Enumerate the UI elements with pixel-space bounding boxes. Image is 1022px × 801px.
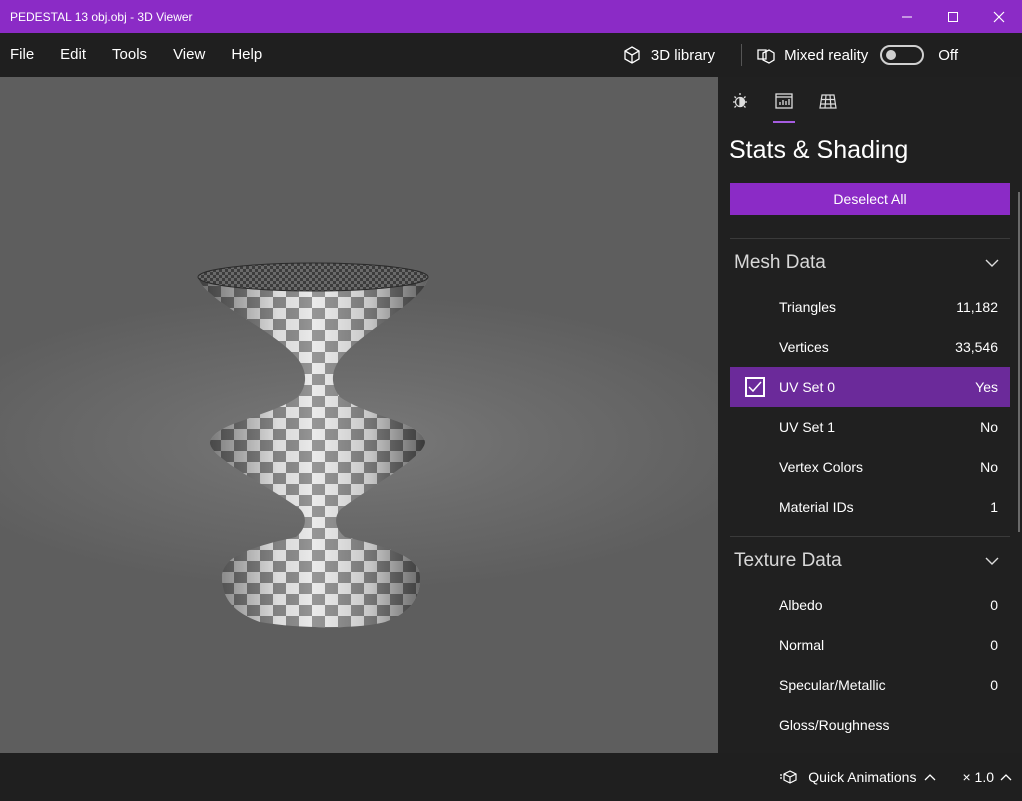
row-label: Gloss/Roughness: [779, 717, 890, 733]
row-value: No: [980, 459, 998, 475]
row-label: UV Set 0: [779, 379, 836, 395]
mixed-reality-button[interactable]: Mixed reality: [756, 45, 925, 65]
tab-lighting[interactable]: [729, 91, 751, 123]
quick-animations-button[interactable]: Quick Animations: [780, 769, 936, 785]
checkmark-icon: [747, 381, 762, 393]
menu-bar: File Edit Tools View Help 3D library Mix…: [0, 33, 1022, 77]
row-label: Vertices: [779, 339, 829, 355]
row-value: 0: [990, 597, 998, 613]
row-label: Normal: [779, 637, 825, 653]
3d-viewport[interactable]: [0, 77, 718, 753]
mesh-data-heading: Mesh Data: [734, 252, 826, 273]
row-label: Triangles: [779, 299, 837, 315]
texture-data-section: Texture Data Albedo 0 Normal 0 Specular/…: [730, 536, 1010, 745]
3d-library-button[interactable]: 3D library: [622, 45, 715, 65]
chevron-down-icon: [985, 259, 999, 267]
toggle-knob: [886, 50, 897, 60]
animation-speed-button[interactable]: × 1.0: [962, 769, 1012, 785]
mesh-row-uv-set-1[interactable]: UV Set 1 No: [730, 407, 1010, 447]
maximize-icon: [948, 11, 958, 22]
model-render: [197, 262, 429, 628]
row-label: Albedo: [779, 597, 823, 613]
menu-help[interactable]: Help: [218, 33, 275, 77]
tab-stats[interactable]: [773, 91, 795, 123]
deselect-all-button[interactable]: Deselect All: [730, 183, 1010, 215]
texture-row-normal[interactable]: Normal 0: [730, 625, 1010, 665]
mesh-row-material-ids[interactable]: Material IDs 1: [730, 487, 1010, 527]
menu-file[interactable]: File: [0, 33, 47, 77]
row-value: 1: [990, 499, 998, 515]
animation-cube-icon: [780, 770, 797, 784]
pedestal-model: [197, 262, 429, 628]
texture-data-heading: Texture Data: [734, 550, 842, 571]
texture-data-header[interactable]: Texture Data: [730, 537, 1010, 585]
row-label: Material IDs: [779, 499, 854, 515]
row-value: Yes: [975, 379, 998, 395]
panel-scrollbar[interactable]: [1018, 192, 1020, 532]
panel-tabs: [718, 77, 1022, 123]
uv-set-0-checkbox[interactable]: [744, 377, 765, 397]
title-bar: PEDESTAL 13 obj.obj - 3D Viewer: [0, 0, 1022, 33]
menu-edit[interactable]: Edit: [47, 33, 99, 77]
grid-icon: [819, 94, 837, 109]
bottom-bar: Quick Animations × 1.0: [0, 753, 1022, 801]
menu-tools[interactable]: Tools: [99, 33, 160, 77]
close-icon: [993, 11, 1005, 22]
mixed-reality-state: Off: [938, 46, 958, 64]
sun-icon: [733, 93, 747, 108]
panel-title: Stats & Shading: [729, 136, 909, 164]
menu-separator: [741, 44, 743, 66]
chevron-down-icon: [985, 557, 999, 565]
minimize-icon: [902, 16, 912, 17]
mesh-data-header[interactable]: Mesh Data: [730, 239, 1010, 287]
maximize-button[interactable]: [930, 0, 976, 33]
row-value: No: [980, 419, 998, 435]
3d-library-label: 3D library: [650, 46, 716, 64]
row-value: 11,182: [956, 299, 998, 315]
chevron-up-icon: [1000, 774, 1012, 781]
mesh-row-uv-set-0[interactable]: UV Set 0 Yes: [730, 367, 1010, 407]
stats-panel: Stats & Shading Deselect All Mesh Data T…: [718, 77, 1022, 753]
row-value: 33,546: [955, 339, 998, 355]
animation-speed-label: × 1.0: [962, 769, 994, 785]
window-title: PEDESTAL 13 obj.obj - 3D Viewer: [10, 9, 193, 24]
texture-row-specular-metallic[interactable]: Specular/Metallic 0: [730, 665, 1010, 705]
cube-icon: [624, 46, 640, 64]
row-value: 0: [990, 677, 998, 693]
stats-icon: [775, 93, 793, 109]
minimize-button[interactable]: [884, 0, 930, 33]
mesh-data-section: Mesh Data Triangles 11,182 Vertices 33,5…: [730, 238, 1010, 527]
close-button[interactable]: [976, 0, 1022, 33]
chevron-up-icon: [925, 774, 936, 781]
row-label: Vertex Colors: [779, 459, 864, 475]
mixed-reality-label: Mixed reality: [784, 46, 869, 64]
texture-row-albedo[interactable]: Albedo 0: [730, 585, 1010, 625]
tab-grid[interactable]: [817, 91, 839, 123]
mixed-reality-toggle[interactable]: [880, 45, 925, 65]
row-value: 0: [990, 637, 998, 653]
menu-view[interactable]: View: [160, 33, 218, 77]
mesh-row-vertices[interactable]: Vertices 33,546: [730, 327, 1010, 367]
quick-animations-label: Quick Animations: [808, 769, 917, 785]
row-label: UV Set 1: [779, 419, 836, 435]
row-label: Specular/Metallic: [779, 677, 886, 693]
texture-row-gloss-roughness[interactable]: Gloss/Roughness: [730, 705, 1010, 745]
mesh-row-vertex-colors[interactable]: Vertex Colors No: [730, 447, 1010, 487]
mesh-row-triangles[interactable]: Triangles 11,182: [730, 287, 1010, 327]
mixed-reality-icon: [757, 49, 775, 64]
